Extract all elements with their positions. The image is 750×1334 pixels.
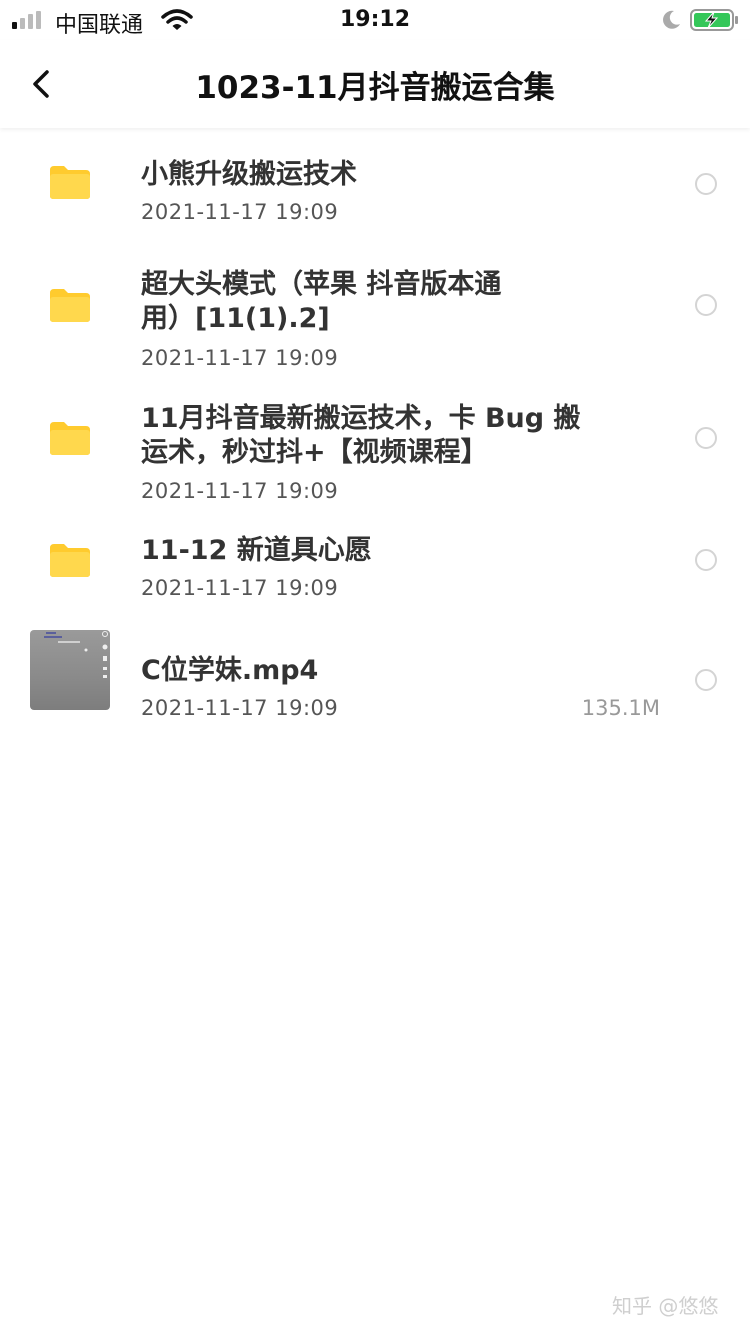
status-time: 19:12 [339, 7, 411, 32]
select-radio[interactable] [695, 669, 717, 691]
video-thumbnail [30, 630, 110, 710]
folder-icon [50, 544, 90, 577]
select-radio[interactable] [695, 549, 717, 571]
item-name: 11-12 新道具心愿 [141, 535, 372, 566]
select-radio[interactable] [695, 294, 717, 316]
select-radio[interactable] [695, 427, 717, 449]
status-bar: 中国联通 19:12 [0, 0, 750, 40]
list-item[interactable]: 11月抖音最新搬运技术，卡 Bug 搬 运术，秒过抖+【视频课程】 2021-1… [0, 382, 750, 516]
item-date: 2021-11-17 19:09 [141, 200, 339, 224]
list-item[interactable]: 小熊升级搬运技术 2021-11-17 19:09 [0, 128, 750, 246]
item-date: 2021-11-17 19:09 [141, 346, 339, 370]
page-title: 1023-11月抖音搬运合集 [195, 70, 555, 106]
battery-charging-icon [690, 9, 738, 31]
watermark-text: 知乎 @悠悠 [612, 1294, 719, 1318]
item-date: 2021-11-17 19:09 [141, 696, 339, 720]
item-name: C位学妹.mp4 [141, 655, 319, 686]
folder-icon [50, 422, 90, 455]
item-name: 超大头模式（苹果 抖音版本通 用）[11(1).2] [141, 269, 502, 334]
list-item[interactable]: 11-12 新道具心愿 2021-11-17 19:09 [0, 516, 750, 616]
folder-icon [50, 166, 90, 199]
item-date: 2021-11-17 19:09 [141, 576, 339, 600]
nav-bar: 1023-11月抖音搬运合集 [0, 40, 750, 128]
folder-icon [50, 289, 90, 322]
item-name: 小熊升级搬运技术 [141, 159, 357, 190]
file-size: 135.1M [581, 696, 660, 720]
video-thumbnail-detail-icon [44, 631, 108, 678]
list-item[interactable]: C位学妹.mp4 2021-11-17 19:09 135.1M [0, 616, 750, 726]
select-radio[interactable] [695, 173, 717, 195]
list-item[interactable]: 超大头模式（苹果 抖音版本通 用）[11(1).2] 2021-11-17 19… [0, 246, 750, 382]
item-date: 2021-11-17 19:09 [141, 479, 339, 503]
item-name: 11月抖音最新搬运技术，卡 Bug 搬 运术，秒过抖+【视频课程】 [141, 403, 581, 468]
moon-icon [663, 10, 680, 29]
